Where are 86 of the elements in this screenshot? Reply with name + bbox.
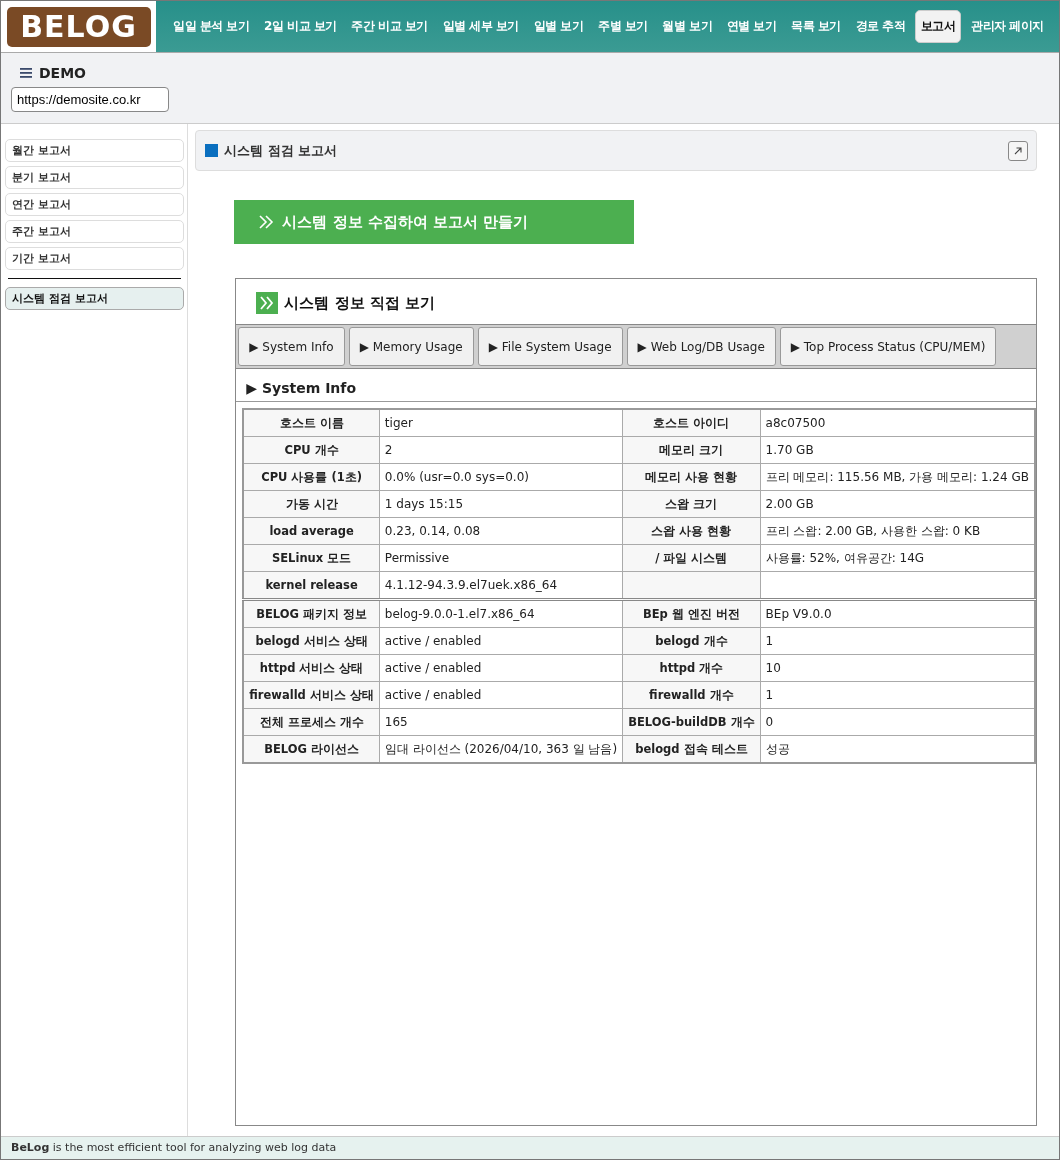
nav-link[interactable]: 목록 보기 [786, 11, 846, 42]
label-cell: 호스트 아이디 [622, 409, 761, 437]
label-cell: / 파일 시스템 [622, 544, 761, 572]
label-cell: firewalld 개수 [622, 681, 761, 709]
value-cell: 1 [760, 681, 1035, 709]
sidebar-item[interactable]: 시스템 점검 보고서 [5, 287, 185, 310]
nav-link[interactable]: 일일 분석 보기 [168, 11, 255, 42]
value-cell: 성공 [760, 735, 1035, 763]
label-cell: 호스트 이름 [243, 409, 380, 437]
section-title: 시스템 정보 직접 보기 [284, 293, 435, 313]
label-cell: belogd 개수 [622, 627, 761, 655]
label-cell: CPU 사용률 (1초) [243, 463, 380, 491]
sidebar-item[interactable]: 분기 보고서 [5, 166, 185, 189]
chevron-icon [258, 215, 275, 229]
label-cell: CPU 개수 [243, 436, 380, 464]
value-cell: 0.0% (usr=0.0 sys=0.0) [379, 463, 623, 491]
label-cell: BELOG 라이선스 [243, 735, 380, 763]
panel-title: 시스템 점검 보고서 [224, 141, 338, 160]
value-cell: active / enabled [379, 681, 623, 709]
tab-button[interactable]: ▶ Memory Usage [348, 327, 474, 366]
nav-link[interactable]: 월별 보기 [657, 11, 718, 42]
value-cell: 2 [379, 436, 623, 464]
value-cell: 10 [760, 654, 1035, 682]
value-cell: 1 days 15:15 [379, 490, 623, 518]
label-cell: BELOG-buildDB 개수 [622, 708, 761, 736]
label-cell: 메모리 크기 [622, 436, 761, 464]
external-link-button[interactable] [1008, 140, 1028, 161]
nav-link[interactable]: 주간 비교 보기 [346, 11, 433, 42]
sidebar-item[interactable]: 연간 보고서 [5, 193, 185, 216]
nav-link[interactable]: 경로 추적 [850, 11, 911, 42]
tab-button[interactable]: ▶ File System Usage [477, 327, 623, 366]
value-cell: tiger [379, 409, 623, 437]
sidebar-item[interactable]: 기간 보고서 [5, 247, 185, 270]
label-cell: kernel release [243, 571, 380, 600]
value-cell: belog-9.0.0-1.el7.x86_64 [379, 599, 623, 628]
value-cell: active / enabled [379, 654, 623, 682]
nav-link[interactable]: 2일 비교 보기 [259, 11, 342, 42]
value-cell: a8c07500 [760, 409, 1035, 437]
section-heading: ▶ System Info [236, 369, 1036, 402]
value-cell: 165 [379, 708, 623, 736]
label-cell: 전체 프로세스 개수 [243, 708, 380, 736]
tab-button[interactable]: ▶ System Info [238, 327, 345, 366]
sidebar-item[interactable]: 월간 보고서 [5, 139, 185, 162]
label-cell: httpd 개수 [622, 654, 761, 682]
value-cell: 임대 라이선스 (2026/04/10, 363 일 남음) [379, 735, 623, 763]
label-cell: BELOG 패키지 정보 [243, 599, 380, 628]
label-cell: belogd 서비스 상태 [243, 627, 380, 655]
value-cell: 프리 스왑: 2.00 GB, 사용한 스왑: 0 KB [760, 517, 1035, 545]
label-cell: load average [243, 517, 380, 545]
value-cell: 0 [760, 708, 1035, 736]
value-cell: 1.70 GB [760, 436, 1035, 464]
label-cell: belogd 접속 테스트 [622, 735, 761, 763]
menu-icon[interactable] [20, 67, 32, 78]
value-cell: active / enabled [379, 627, 623, 655]
footer-text: BeLog is the most efficient tool for analyzing web log data [1, 1136, 1059, 1159]
nav-link[interactable]: 보고서 [914, 10, 962, 43]
nav-link[interactable]: 주별 보기 [593, 11, 653, 42]
value-cell: BEp V9.0.0 [760, 599, 1035, 628]
value-cell: 4.1.12-94.3.9.el7uek.x86_64 [379, 571, 623, 600]
label-cell: SELinux 모드 [243, 544, 380, 572]
label-cell: 메모리 사용 현황 [622, 463, 761, 491]
label-cell: 스왑 사용 현황 [622, 517, 761, 545]
value-cell: 0.23, 0.14, 0.08 [379, 517, 623, 545]
url-field[interactable]: https://demosite.co.kr [11, 86, 169, 112]
logo[interactable]: BELOG [6, 6, 151, 47]
label-cell: httpd 서비스 상태 [243, 654, 380, 682]
label-cell: 가동 시간 [243, 490, 380, 518]
nav-link[interactable]: 일별 세부 보기 [437, 11, 524, 42]
tab-button[interactable]: ▶ Top Process Status (CPU/MEM) [779, 327, 997, 366]
site-name: DEMO [39, 64, 87, 81]
value-cell: 2.00 GB [760, 490, 1035, 518]
nav-link[interactable]: 연별 보기 [721, 11, 782, 42]
label-cell: BEp 웹 엔진 버전 [622, 599, 761, 628]
arrow-icon [1013, 145, 1023, 156]
sidebar-item[interactable]: 주간 보고서 [5, 220, 185, 243]
value-cell: Permissive [379, 544, 623, 572]
nav-link[interactable]: 관리자 페이지 [966, 11, 1049, 42]
square-icon [205, 144, 219, 157]
label-cell: 스왑 크기 [622, 490, 761, 518]
label-cell: firewalld 서비스 상태 [243, 681, 380, 709]
tab-button[interactable]: ▶ Web Log/DB Usage [626, 327, 776, 366]
chevron-icon [256, 292, 279, 314]
value-cell: 1 [760, 627, 1035, 655]
value-cell: 프리 메모리: 115.56 MB, 가용 메모리: 1.24 GB [760, 463, 1035, 491]
nav-link[interactable]: 일별 보기 [528, 11, 589, 42]
value-cell: 사용률: 52%, 여유공간: 14G [760, 544, 1035, 572]
